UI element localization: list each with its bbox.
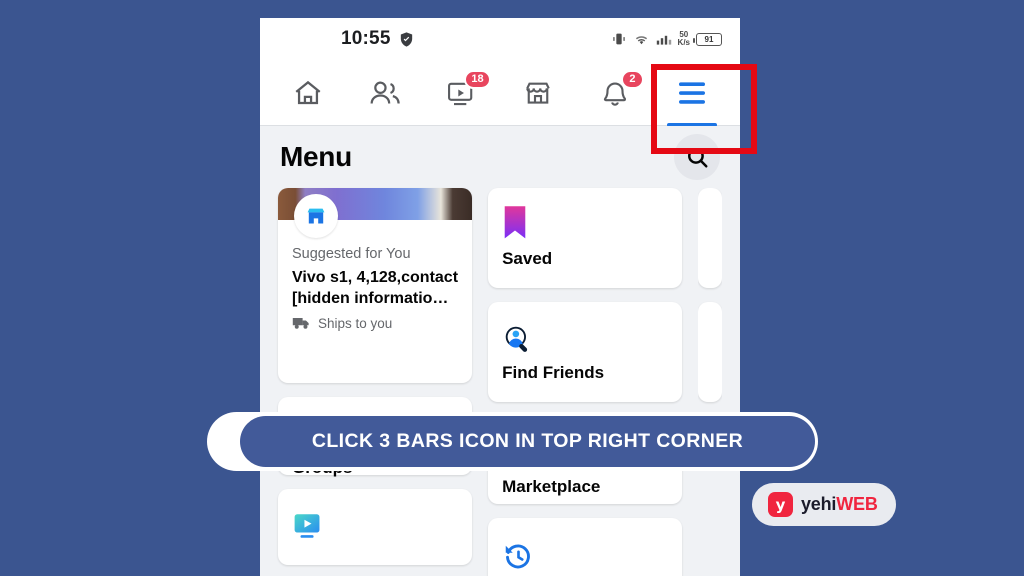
vibrate-icon [612,33,625,45]
battery-level: 91 [704,34,714,44]
product-shipping-label: Ships to you [318,315,393,331]
phone-screen: 10:55 50 K/s 91 18 2 Menu Suggested for … [260,18,740,576]
signal-bars-icon [656,35,671,45]
menu-tile-memories[interactable] [488,518,683,576]
menu-tile-saved[interactable]: Saved [488,188,683,288]
yehiweb-badge-icon: y [768,492,793,517]
banner-text-after: IN TOP RIGHT CORNER [509,430,744,452]
status-bar: 10:55 50 K/s 91 [260,18,740,60]
status-time: 10:55 [341,28,391,49]
status-bar-left: 10:55 [341,28,415,50]
video-badge: 18 [464,69,491,89]
battery-indicator: 91 [693,32,722,46]
menu-tile-video[interactable] [278,489,473,565]
watermark-text-secondary: WEB [836,494,878,514]
navigation-bar: 18 2 [260,60,740,127]
nav-item-friends[interactable] [354,60,416,126]
instruction-banner-inner: CLICK 3 BARS ICON IN TOP RIGHT CORNER [240,416,815,467]
instruction-banner-text: CLICK 3 BARS ICON IN TOP RIGHT CORNER [312,430,743,453]
find-friends-icon [505,326,528,352]
menu-grid: Suggested for You Vivo s1, 4,128,contact… [260,188,740,576]
store-icon [526,82,551,104]
notifications-badge: 2 [620,69,644,89]
nav-item-marketplace[interactable] [507,60,569,126]
shield-icon [400,31,412,47]
product-body: Suggested for You Vivo s1, 4,128,contact… [278,220,472,341]
instruction-banner: CLICK 3 BARS ICON IN TOP RIGHT CORNER [207,412,818,471]
search-icon [687,147,707,167]
menu-tile-saved-label: Saved [502,249,553,268]
nav-item-notifications[interactable]: 2 [584,60,646,126]
network-speed: 50 K/s [677,30,690,48]
nav-item-menu[interactable] [661,60,723,127]
friends-icon [370,81,400,104]
product-photo [278,188,473,238]
watermark-text: yehiWEB [801,494,878,515]
menu-tile-find-friends[interactable]: Find Friends [488,302,683,402]
watermark-logo: y yehiWEB [752,483,896,526]
menu-header: Menu [260,126,740,188]
product-store-badge [294,194,338,238]
status-bar-right: 50 K/s 91 [611,30,722,48]
hamburger-icon [678,81,705,104]
wifi-icon [635,36,647,45]
marketplace-store-icon [307,208,325,224]
product-title: Vivo s1, 4,128,contact [hidden informati… [292,269,459,308]
watermark-text-primary: yehi [801,494,837,514]
nav-item-home[interactable] [277,60,339,126]
banner-text-bold: 3 BARS ICON [379,430,510,452]
network-speed-unit: K/s [677,38,690,47]
menu-column-peek [698,188,722,576]
bookmark-icon [504,206,526,239]
menu-tile-marketplace-label: Marketplace [502,477,601,496]
page-title: Menu [280,141,352,172]
menu-column-left: Suggested for You Vivo s1, 4,128,contact… [278,188,473,576]
product-shipping: Ships to you [292,316,458,331]
suggested-product-card[interactable]: Suggested for You Vivo s1, 4,128,contact… [278,188,473,383]
truck-icon [292,318,309,329]
menu-column-right: Saved Find Friends Marketplace [488,188,683,576]
video-play-icon [294,514,320,538]
menu-panel: Menu Suggested for You Vivo s1, 4,128,co… [260,126,740,576]
menu-tile-find-friends-label: Find Friends [502,363,605,382]
home-icon [295,80,321,104]
peek-card-bottom[interactable] [698,302,722,402]
nav-item-video[interactable]: 18 [431,60,493,126]
peek-card-top[interactable] [698,188,722,288]
product-suggested-label: Suggested for You [292,246,411,262]
search-button[interactable] [674,134,720,180]
memories-clock-icon [505,544,530,569]
banner-text-before: CLICK [311,430,380,452]
